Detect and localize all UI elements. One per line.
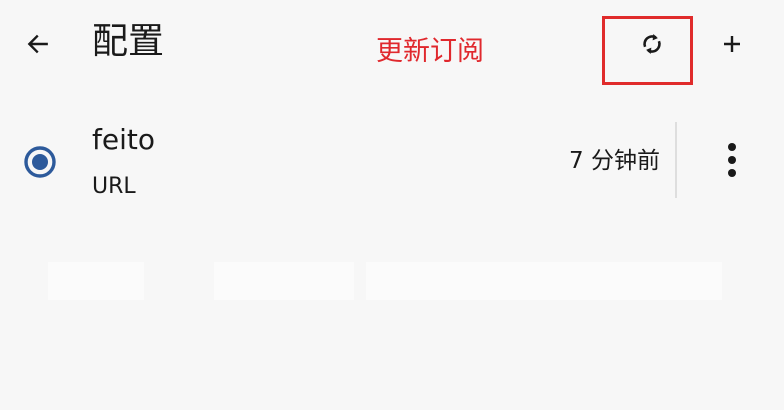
update-subscription-button[interactable] (630, 22, 674, 66)
plus-icon (724, 36, 740, 52)
faint-placeholder (48, 262, 144, 300)
back-button[interactable] (18, 24, 58, 64)
radio-selected-icon (24, 146, 56, 178)
profile-list-item[interactable]: feito URL 7 分钟前 (0, 110, 784, 210)
more-vert-icon (728, 143, 736, 177)
annotation-label: 更新订阅 (376, 36, 484, 67)
profile-radio[interactable] (22, 144, 58, 180)
faint-placeholder (366, 262, 722, 300)
profile-updated-time: 7 分钟前 (569, 148, 660, 174)
refresh-sync-icon (643, 34, 661, 54)
add-profile-button[interactable] (710, 22, 754, 66)
profile-type: URL (92, 174, 136, 199)
arrow-back-icon (27, 34, 48, 54)
top-app-bar: 配置 更新订阅 (0, 0, 784, 100)
faint-placeholder (214, 262, 354, 300)
profile-menu-button[interactable] (712, 140, 752, 180)
page-title: 配置 (92, 21, 165, 62)
profile-name: feito (92, 123, 155, 156)
vertical-divider (675, 122, 677, 198)
